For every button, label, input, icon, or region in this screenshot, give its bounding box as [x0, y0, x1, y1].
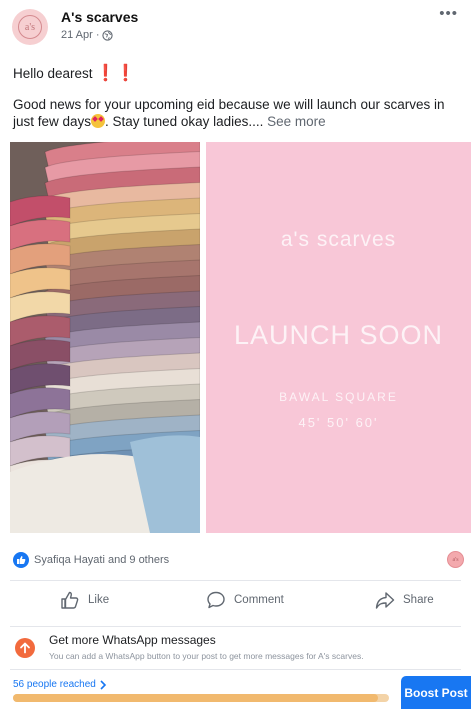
see-more-link[interactable]: See more — [267, 114, 326, 129]
whatsapp-title: Get more WhatsApp messages — [49, 633, 216, 647]
share-label: Share — [403, 594, 434, 606]
poster-sizes: 45' 50' 60' — [298, 415, 379, 430]
reactions-summary[interactable]: Syafiqa Hayati and 9 others — [13, 552, 169, 568]
whatsapp-subtitle: You can add a WhatsApp button to your po… — [49, 651, 364, 661]
post-header: a's A's scarves 21 Apr · ••• — [0, 0, 471, 56]
chevron-right-icon — [100, 679, 106, 690]
reacting-as-avatar[interactable]: a's — [447, 551, 464, 568]
avatar-logo: a's — [18, 15, 42, 39]
exclamation-icon: ❗❗ — [95, 65, 136, 82]
divider — [10, 669, 461, 670]
poster-brand: a's scarves — [280, 228, 397, 251]
more-options-icon[interactable]: ••• — [439, 6, 458, 21]
whatsapp-prompt[interactable]: Get more WhatsApp messages You can add a… — [13, 633, 463, 663]
page-avatar[interactable]: a's — [12, 9, 48, 45]
people-reached-link[interactable]: 56 people reached — [13, 679, 107, 690]
share-button[interactable]: Share — [375, 590, 434, 610]
divider — [10, 580, 461, 581]
like-button[interactable]: Like — [60, 590, 109, 610]
post-actions: Like Comment Share — [0, 590, 471, 620]
post-text-line1: Hello dearest ❗❗ — [13, 63, 135, 83]
page-name[interactable]: A's scarves — [61, 9, 138, 25]
globe-icon — [102, 29, 114, 41]
divider — [10, 626, 461, 627]
people-reached-label: 56 people reached — [13, 679, 96, 690]
post-date[interactable]: 21 Apr — [61, 29, 93, 41]
post-body-text-end: . Stay tuned okay ladies.... — [105, 114, 264, 129]
comment-label: Comment — [234, 594, 284, 606]
poster-headline: LAUNCH SOON — [233, 320, 444, 350]
reach-progress-bar — [13, 694, 389, 702]
post-text-line2: Good news for your upcoming eid because … — [13, 96, 463, 130]
post-meta: 21 Apr · — [61, 29, 114, 41]
arrow-up-icon — [15, 638, 35, 658]
boost-post-button[interactable]: Boost Post — [401, 676, 471, 709]
greeting-text: Hello dearest — [13, 65, 93, 81]
comment-button[interactable]: Comment — [206, 590, 284, 610]
thumbs-up-icon — [61, 591, 79, 609]
comment-icon — [207, 591, 225, 609]
reactions-text: Syafiqa Hayati and 9 others — [34, 554, 170, 566]
reach-progress-fill — [13, 694, 378, 702]
launch-poster[interactable]: a's scarves LAUNCH SOON BAWAL SQUARE 45'… — [206, 142, 471, 533]
meta-separator: · — [95, 29, 100, 41]
poster-product: BAWAL SQUARE — [279, 390, 398, 404]
like-label: Like — [88, 594, 110, 606]
like-reaction-icon — [13, 552, 29, 568]
scarves-photo[interactable] — [10, 142, 200, 533]
heart-eyes-emoji-icon — [91, 114, 106, 128]
share-icon — [375, 592, 395, 609]
folded-scarves-image — [10, 142, 200, 533]
